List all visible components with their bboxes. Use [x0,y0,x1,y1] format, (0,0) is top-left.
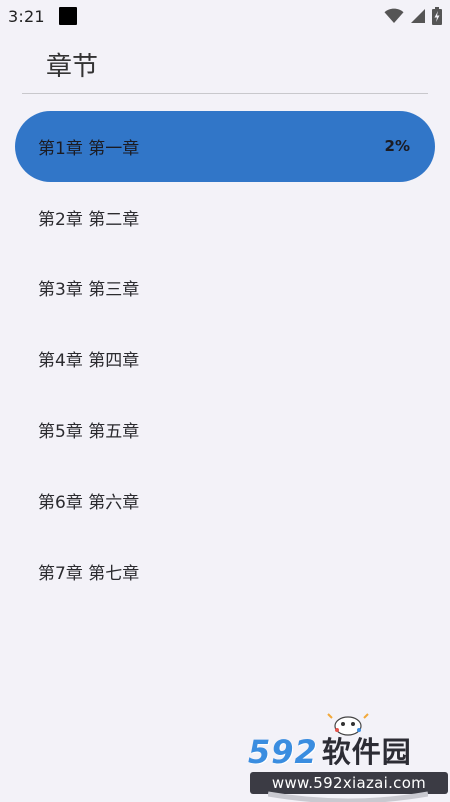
chapter-progress: 2% [384,137,410,156]
status-time: 3:21 [8,6,45,26]
chapter-label: 第4章 第四章 [38,351,140,372]
cellular-signal-icon [410,8,426,24]
chapter-label: 第6章 第六章 [38,492,140,513]
chapter-item-2[interactable]: 第2章 第二章 [15,182,435,253]
chapter-label: 第3章 第三章 [38,280,140,301]
chapter-label: 第1章 第一章 [38,138,140,159]
status-left: 3:21 [8,7,77,26]
watermark: 592 软件园 www.592xiazai.com [248,708,450,802]
chapter-item-7[interactable]: 第7章 第七章 [15,536,435,607]
watermark-logo-text: 软件园 [321,735,412,769]
chapter-label: 第5章 第五章 [38,422,140,443]
chapter-item-3[interactable]: 第3章 第三章 [15,253,435,324]
mascot-icon [327,713,369,736]
status-right [384,7,442,25]
watermark-logo: 592 软件园 [248,734,450,770]
title-divider [22,93,428,94]
chapter-item-5[interactable]: 第5章 第五章 [15,394,435,465]
chapter-item-1[interactable]: 第1章 第一章 2% [15,111,435,182]
notification-square-icon [58,7,77,25]
wifi-icon [384,8,404,24]
status-bar: 3:21 [0,0,450,32]
battery-icon [432,7,442,25]
chapter-list: 第1章 第一章 2% 第2章 第二章 第3章 第三章 第4章 第四章 第5章 第… [15,111,435,607]
chapter-item-4[interactable]: 第4章 第四章 [15,323,435,394]
chapter-label: 第7章 第七章 [38,563,140,584]
page-title: 章节 [46,52,99,82]
chapter-item-6[interactable]: 第6章 第六章 [15,465,435,536]
chapter-label: 第2章 第二章 [38,209,140,230]
watermark-logo-number: 592 [248,733,318,771]
